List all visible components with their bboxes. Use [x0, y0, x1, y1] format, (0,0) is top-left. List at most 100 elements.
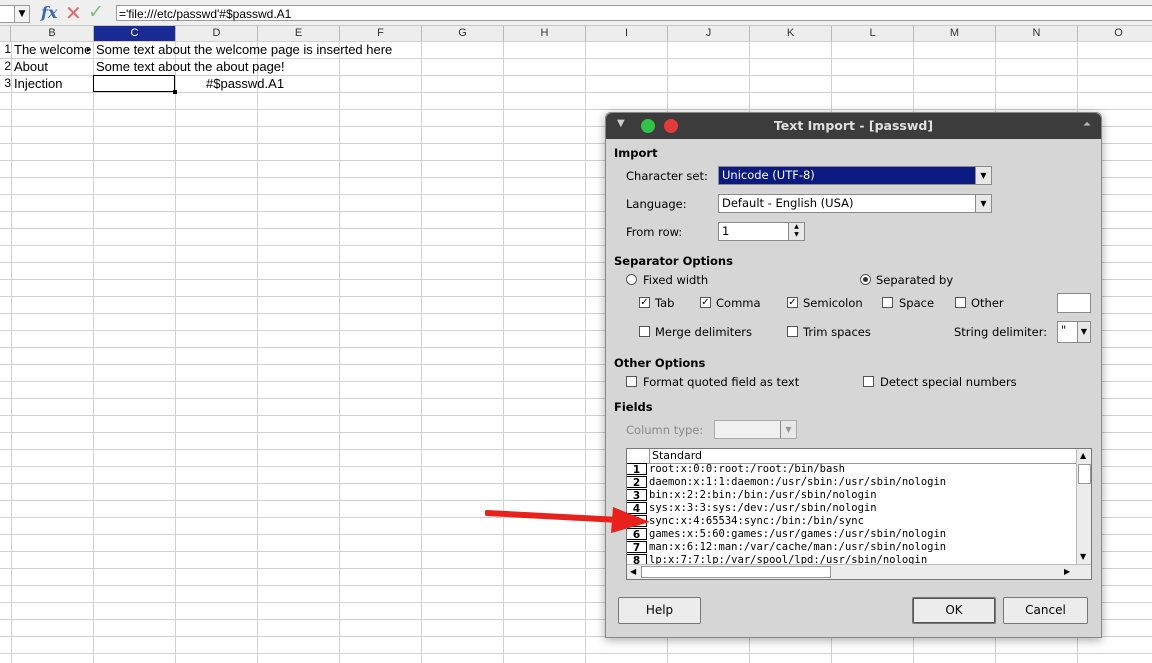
preview-row-text: root:x:0:0:root:/root:/bin/bash: [649, 463, 845, 475]
column-header[interactable]: K: [750, 26, 832, 41]
cell-c2[interactable]: Some text about the about page!: [96, 58, 285, 75]
comma-checkbox[interactable]: ✓: [700, 297, 711, 308]
chevron-down-icon[interactable]: ▼: [975, 195, 991, 212]
detect-special-checkbox[interactable]: [863, 376, 874, 387]
column-header[interactable]: E: [258, 26, 340, 41]
column-header[interactable]: B: [11, 26, 94, 41]
other-checkbox[interactable]: [955, 297, 966, 308]
row-number[interactable]: 3: [0, 75, 11, 92]
preview-row[interactable]: 4 sys:x:3:3:sys:/dev:/usr/sbin/nologin: [627, 502, 1077, 515]
preview-row[interactable]: 6 games:x:5:60:games:/usr/games:/usr/sbin…: [627, 528, 1077, 541]
format-quoted-label[interactable]: Format quoted field as text: [643, 375, 799, 389]
scroll-down-icon[interactable]: ▼: [1080, 552, 1086, 561]
column-header[interactable]: F: [340, 26, 422, 41]
column-header[interactable]: M: [914, 26, 996, 41]
column-header[interactable]: D: [176, 26, 258, 41]
cell-b3[interactable]: Injection: [14, 75, 62, 92]
preview-row-text: sys:x:3:3:sys:/dev:/usr/sbin/nologin: [649, 502, 877, 514]
scroll-left-icon[interactable]: ◀: [630, 567, 636, 576]
charset-select[interactable]: Unicode (UTF-8) ▼: [718, 166, 992, 185]
preview-row[interactable]: 5sync:x:4:65534:sync:/bin:/bin/sync: [627, 515, 1077, 528]
merge-delimiters-checkbox[interactable]: [639, 326, 650, 337]
chevron-down-icon[interactable]: ▼: [975, 167, 991, 184]
other-label[interactable]: Other: [971, 296, 1004, 310]
ok-button[interactable]: OK: [912, 597, 996, 624]
preview-vertical-scrollbar[interactable]: ▲ ▼: [1076, 449, 1091, 566]
row-number[interactable]: 1: [0, 41, 11, 58]
cell-b2[interactable]: About: [14, 58, 48, 75]
grid-line: [585, 41, 586, 663]
separated-by-label[interactable]: Separated by: [876, 273, 953, 287]
function-wizard-icon[interactable]: fx: [41, 3, 57, 22]
preview-row[interactable]: 3 bin:x:2:2:bin:/bin:/usr/sbin/nologin: [627, 489, 1077, 502]
cancel-button[interactable]: Cancel: [1003, 597, 1088, 624]
comma-label[interactable]: Comma: [716, 296, 761, 310]
fixed-width-label[interactable]: Fixed width: [643, 273, 708, 287]
name-box[interactable]: ▼: [0, 5, 30, 23]
dialog-titlebar[interactable]: ▼ Text Import - [passwd] ⏶: [606, 113, 1101, 139]
scroll-thumb[interactable]: [1078, 464, 1091, 484]
trim-spaces-checkbox[interactable]: [787, 326, 798, 337]
accept-check-icon[interactable]: ✓: [88, 1, 104, 23]
help-button[interactable]: Help: [618, 597, 701, 624]
preview-row[interactable]: 2 daemon:x:1:1:daemon:/usr/sbin:/usr/sbin…: [627, 476, 1077, 489]
trim-spaces-label[interactable]: Trim spaces: [803, 325, 871, 339]
preview-row-text: man:x:6:12:man:/var/cache/man:/usr/sbin/…: [649, 541, 947, 553]
semicolon-label[interactable]: Semicolon: [803, 296, 863, 310]
other-input[interactable]: [1057, 293, 1091, 313]
formula-input[interactable]: ='file:///etc/passwd'#$passwd.A1: [116, 5, 1152, 21]
row-number[interactable]: 2: [0, 58, 11, 75]
language-select[interactable]: Default - English (USA) ▼: [718, 194, 992, 213]
chevron-down-icon[interactable]: ▼: [780, 421, 796, 438]
name-box-dropdown-icon[interactable]: ▼: [14, 6, 29, 22]
column-header[interactable]: J: [668, 26, 750, 41]
selected-cell-c3[interactable]: [93, 75, 177, 94]
detect-special-label[interactable]: Detect special numbers: [880, 375, 1017, 389]
fixed-width-radio[interactable]: [626, 274, 637, 285]
fill-handle[interactable]: [173, 90, 177, 94]
space-label[interactable]: Space: [899, 296, 934, 310]
space-checkbox[interactable]: [882, 297, 893, 308]
separated-by-radio[interactable]: [860, 274, 871, 285]
corner-cell[interactable]: [0, 26, 11, 41]
scroll-thumb[interactable]: [641, 566, 831, 578]
column-header[interactable]: L: [832, 26, 914, 41]
tab-checkbox[interactable]: ✓: [639, 297, 650, 308]
spinner-arrows-icon[interactable]: ▲ ▼: [788, 223, 804, 240]
column-type-select[interactable]: ▼: [714, 420, 797, 439]
column-header[interactable]: G: [422, 26, 504, 41]
column-header[interactable]: O: [1078, 26, 1152, 41]
grid-line: [503, 41, 504, 663]
string-delimiter-select[interactable]: " ▼: [1057, 321, 1091, 343]
semicolon-checkbox[interactable]: ✓: [787, 297, 798, 308]
column-header[interactable]: C: [94, 26, 176, 41]
scroll-up-icon[interactable]: ▲: [1080, 451, 1086, 460]
separator-section-title: Separator Options: [614, 254, 733, 268]
preview-row-number: 7: [627, 541, 647, 554]
preview-column-header[interactable]: Standard: [649, 449, 1080, 464]
string-delimiter-value: ": [1061, 323, 1067, 337]
fromrow-label: From row:: [626, 225, 683, 239]
column-headers: B C D E F G H I J K L M N O: [0, 26, 1152, 42]
format-quoted-checkbox[interactable]: [626, 376, 637, 387]
column-header[interactable]: N: [996, 26, 1078, 41]
preview-row[interactable]: 1 root:x:0:0:root:/root:/bin/bash: [627, 463, 1077, 476]
preview-horizontal-scrollbar[interactable]: ◀ ▶: [627, 564, 1091, 579]
grid-line: [93, 41, 94, 663]
tab-label[interactable]: Tab: [655, 296, 674, 310]
roll-up-icon[interactable]: ⏶: [1083, 119, 1091, 130]
chevron-down-icon[interactable]: ▼: [1077, 322, 1090, 342]
cancel-x-icon[interactable]: ✕: [65, 1, 82, 25]
fields-preview[interactable]: Standard 1 root:x:0:0:root:/root:/bin/bas…: [626, 448, 1092, 580]
merge-delimiters-label[interactable]: Merge delimiters: [655, 325, 752, 339]
cell-b1[interactable]: The welcome: [14, 41, 92, 58]
cell-d3[interactable]: #$passwd.A1: [206, 75, 284, 92]
grid-line: [11, 41, 12, 663]
cell-c1[interactable]: Some text about the welcome page is inse…: [96, 41, 392, 58]
fromrow-spinner[interactable]: 1 ▲ ▼: [718, 222, 805, 241]
column-header[interactable]: I: [586, 26, 668, 41]
preview-row-number: 3: [627, 489, 647, 502]
preview-row[interactable]: 7 man:x:6:12:man:/var/cache/man:/usr/sbin…: [627, 541, 1077, 554]
column-header[interactable]: H: [504, 26, 586, 41]
scroll-right-icon[interactable]: ▶: [1064, 567, 1070, 576]
